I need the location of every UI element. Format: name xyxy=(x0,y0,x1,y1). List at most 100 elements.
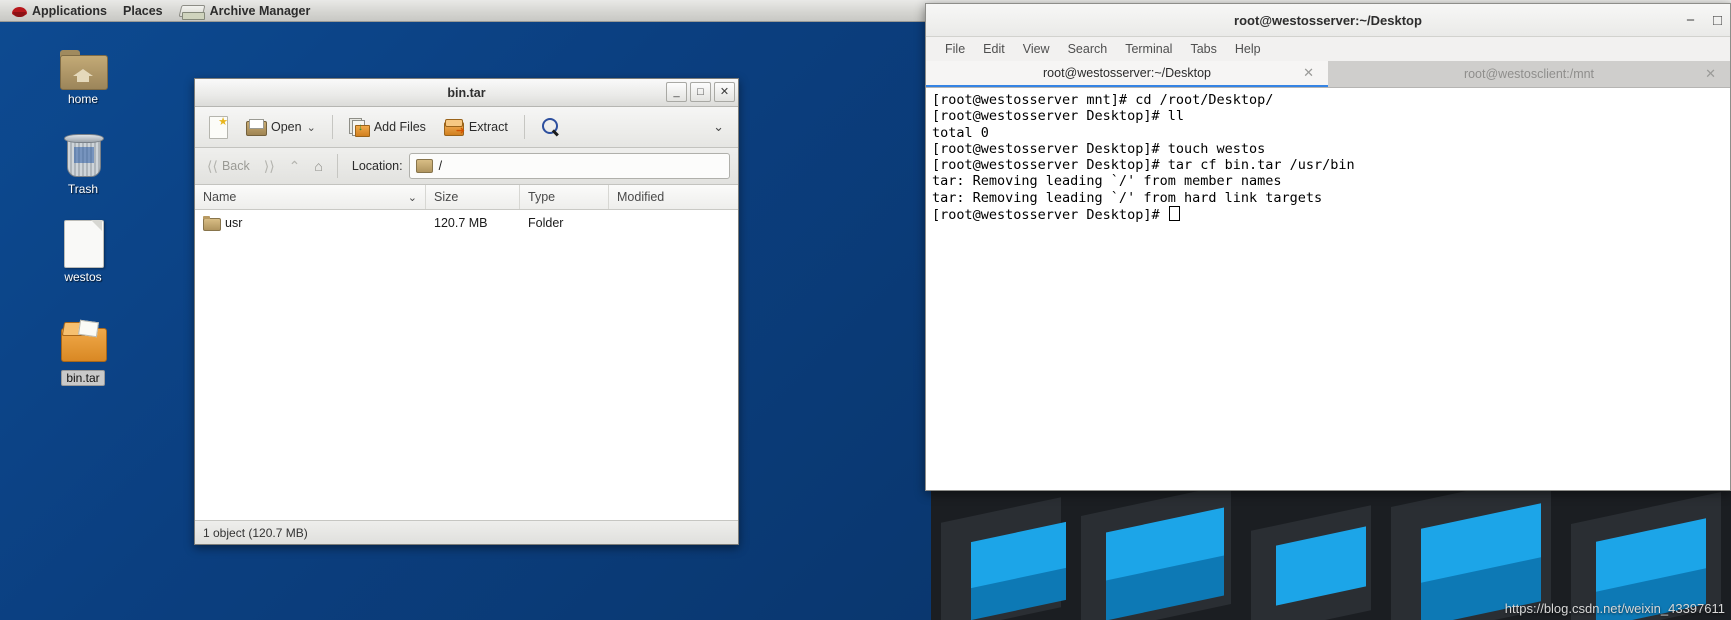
open-button-label: Open xyxy=(271,120,302,134)
close-icon[interactable]: ✕ xyxy=(1705,66,1716,82)
desktop-icon-trash-label: Trash xyxy=(67,182,99,196)
archive-location-bar: ⟨⟨ Back ⟩⟩ ⌃ ⌂ Location: / xyxy=(195,148,738,185)
column-header-size[interactable]: Size xyxy=(426,185,520,209)
menu-edit[interactable]: Edit xyxy=(974,40,1014,58)
tab-westosclient[interactable]: root@westosclient:/mnt ✕ xyxy=(1328,61,1730,87)
new-archive-button[interactable]: ★ xyxy=(203,113,234,141)
column-header-type-label: Type xyxy=(528,190,556,204)
extract-label: Extract xyxy=(468,120,508,134)
trash-icon xyxy=(40,126,126,178)
arrow-right-icon: ⟩⟩ xyxy=(263,157,275,174)
document-icon xyxy=(40,214,126,268)
terminal-line: tar: Removing leading `/' from hard link… xyxy=(932,189,1323,206)
terminal-line: [root@westosserver mnt]# cd /root/Deskto… xyxy=(932,92,1274,108)
terminal-line: [root@westosserver Desktop]# ll xyxy=(932,108,1184,125)
close-button[interactable]: ✕ xyxy=(714,82,735,102)
desktop-icon-home[interactable]: home xyxy=(40,36,126,106)
toolbar-separator-1 xyxy=(331,115,333,139)
file-list[interactable]: usr 120.7 MB Folder xyxy=(195,210,738,520)
chevron-down-icon: ⌄ xyxy=(713,119,724,134)
desktop-icon-trash[interactable]: Trash xyxy=(40,126,126,196)
search-icon xyxy=(541,117,561,137)
forward-button[interactable]: ⟩⟩ xyxy=(260,156,279,177)
archive-statusbar: 1 object (120.7 MB) xyxy=(195,520,738,544)
location-input[interactable]: / xyxy=(408,153,730,179)
folder-icon xyxy=(415,159,433,173)
terminal-window: root@westosserver:~/Desktop − □ File Edi… xyxy=(925,3,1731,491)
menu-help[interactable]: Help xyxy=(1226,40,1270,58)
table-row[interactable]: usr 120.7 MB Folder xyxy=(195,210,738,235)
up-button[interactable]: ⌃ xyxy=(285,156,305,177)
archive-manager-window: bin.tar _ □ ✕ ★ Open ⌄ ↓ Add Files ➜ Ext… xyxy=(194,78,739,545)
archive-menu-button[interactable]: ⌄ xyxy=(707,116,730,138)
chevron-down-icon[interactable]: ⌄ xyxy=(307,121,316,134)
column-header-modified-label: Modified xyxy=(617,190,665,204)
search-button[interactable] xyxy=(535,114,567,140)
menu-terminal[interactable]: Terminal xyxy=(1116,40,1181,58)
extract-icon: ➜ xyxy=(443,119,465,137)
toolbar-separator-2 xyxy=(523,115,525,139)
menu-tabs[interactable]: Tabs xyxy=(1181,40,1225,58)
menu-view[interactable]: View xyxy=(1014,40,1059,58)
watermark: https://blog.csdn.net/weixin_43397611 xyxy=(1504,601,1725,616)
arrow-up-icon: ⌃ xyxy=(288,157,301,174)
menu-places-label: Places xyxy=(123,3,163,18)
taskbar-archive-manager[interactable]: Archive Manager xyxy=(171,1,319,21)
redhat-logo-icon xyxy=(12,4,27,18)
back-button-label: Back xyxy=(221,159,250,173)
maximize-button[interactable]: □ xyxy=(690,82,711,102)
extract-button[interactable]: ➜ Extract xyxy=(438,116,514,138)
location-label: Location: xyxy=(351,159,403,173)
file-list-header: Name ⌄ Size Type Modified xyxy=(195,185,738,210)
archive-window-titlebar[interactable]: bin.tar _ □ ✕ xyxy=(195,79,738,107)
archive-window-buttons: _ □ ✕ xyxy=(666,82,735,102)
terminal-line: tar: Removing leading `/' from member na… xyxy=(932,173,1282,190)
archive-manager-icon xyxy=(178,3,206,20)
screen: Applications Places Archive Manager ✕ Tu… xyxy=(0,0,1731,620)
column-header-name-label: Name xyxy=(203,190,237,204)
menu-file[interactable]: File xyxy=(936,40,974,58)
chevron-down-icon: ⌄ xyxy=(407,191,417,204)
add-files-icon: ↓ xyxy=(348,118,370,137)
location-value: / xyxy=(438,159,443,173)
close-icon[interactable]: ✕ xyxy=(1303,65,1314,81)
tab-westosserver[interactable]: root@westosserver:~/Desktop ✕ xyxy=(926,61,1328,87)
desktop-icon-home-label: home xyxy=(67,92,99,106)
column-header-name[interactable]: Name ⌄ xyxy=(195,185,426,209)
column-header-modified[interactable]: Modified xyxy=(609,185,738,209)
column-header-size-label: Size xyxy=(434,190,459,204)
home-folder-icon xyxy=(40,36,126,90)
cell-name-label: usr xyxy=(225,215,243,230)
archive-toolbar: ★ Open ⌄ ↓ Add Files ➜ Extract ⌄ xyxy=(195,107,738,148)
add-files-button[interactable]: ↓ Add Files xyxy=(343,115,432,139)
cell-type: Folder xyxy=(528,215,564,230)
folder-icon xyxy=(203,216,221,231)
desktop-icon-westos[interactable]: westos xyxy=(40,214,126,284)
menu-places[interactable]: Places xyxy=(115,1,171,21)
terminal-output[interactable]: [root@westosserver mnt]# cd /root/Deskto… xyxy=(926,88,1730,490)
menu-search[interactable]: Search xyxy=(1059,40,1117,58)
terminal-maximize-button[interactable]: □ xyxy=(1713,13,1722,28)
desktop-icon-westos-label: westos xyxy=(64,270,102,284)
terminal-line: [root@westosserver Desktop]# touch westo… xyxy=(932,140,1266,157)
home-icon: ⌂ xyxy=(314,158,323,174)
desktop-icon-bin-tar-label: bin.tar xyxy=(61,370,105,386)
column-header-type[interactable]: Type xyxy=(520,185,609,209)
terminal-minimize-button[interactable]: − xyxy=(1686,13,1695,28)
taskbar-archive-manager-label: Archive Manager xyxy=(209,3,311,18)
back-button[interactable]: ⟨⟨ Back xyxy=(203,156,254,177)
open-button[interactable]: Open ⌄ xyxy=(240,116,322,138)
arrow-left-icon: ⟨⟨ xyxy=(207,157,218,174)
minimize-button[interactable]: _ xyxy=(666,82,687,102)
terminal-tabbar: root@westosserver:~/Desktop ✕ root@westo… xyxy=(926,61,1730,88)
home-button[interactable]: ⌂ xyxy=(310,156,326,176)
terminal-prompt: [root@westosserver Desktop]# xyxy=(932,207,1168,224)
terminal-cursor xyxy=(1168,206,1180,222)
open-folder-icon xyxy=(246,119,267,136)
terminal-menubar: File Edit View Search Terminal Tabs Help xyxy=(926,37,1730,61)
terminal-titlebar[interactable]: root@westosserver:~/Desktop − □ xyxy=(926,4,1730,37)
terminal-line: total 0 xyxy=(932,124,989,141)
archive-icon xyxy=(40,310,126,362)
menu-applications[interactable]: Applications xyxy=(4,1,115,21)
desktop-icon-bin-tar[interactable]: bin.tar xyxy=(40,310,126,386)
